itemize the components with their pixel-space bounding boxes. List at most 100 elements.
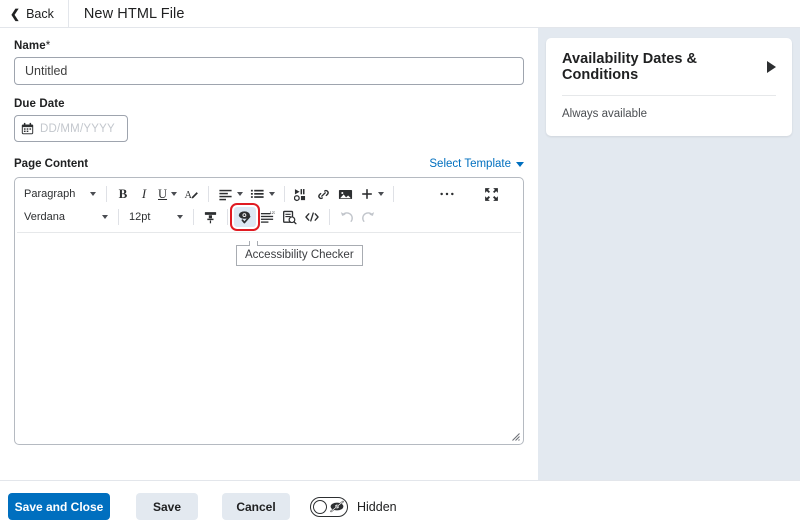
toolbar-separator [284,186,286,202]
action-bar: Save and Close Save Cancel Hidden [0,480,800,532]
select-template-label: Select Template [429,158,511,170]
chevron-down-icon [516,162,524,167]
word-count-button[interactable]: 123 [257,207,278,227]
chevron-left-icon: ❮ [10,6,21,21]
insert-image-button[interactable] [335,184,356,204]
chevron-right-icon[interactable] [767,61,776,73]
format-painter-icon [204,211,217,223]
font-size-value: 12pt [129,211,151,223]
chevron-down-icon [237,192,244,196]
font-size-select[interactable]: 12pt [125,207,187,227]
cancel-button[interactable]: Cancel [222,493,290,520]
fullscreen-icon [485,187,498,201]
align-left-icon [219,189,232,200]
image-icon [338,189,353,199]
visibility-label: Hidden [357,499,397,514]
font-family-value: Verdana [24,211,65,223]
undo-button[interactable] [336,207,357,227]
svg-text:A: A [185,189,193,200]
insert-stuff-icon [294,188,306,201]
editor-toolbar-row-2: Verdana 12pt 12 [15,203,523,231]
page-content-label: Page Content [14,158,89,170]
required-marker: * [45,40,51,52]
tooltip-text: Accessibility Checker [245,249,354,261]
toolbar-separator [106,186,107,202]
svg-text:123: 123 [270,210,275,215]
italic-icon: I [141,186,147,201]
text-color-icon: A [185,189,198,200]
toolbar-separator [329,209,330,225]
toolbar-separator [118,209,119,225]
availability-card-header[interactable]: Availability Dates & Conditions [562,51,776,96]
redo-icon [362,211,375,222]
fullscreen-button[interactable] [481,184,502,204]
bullet-list-icon [250,189,264,198]
side-panel: Availability Dates & Conditions Always a… [538,28,800,480]
select-template-button[interactable]: Select Template [429,158,524,170]
bold-button[interactable]: B [113,184,133,204]
toggle-switch-off[interactable] [310,496,348,517]
insert-media-button[interactable] [291,184,312,204]
bold-icon: B [118,186,128,201]
text-color-button[interactable]: A [181,184,202,204]
back-button[interactable]: ❮ Back [0,0,68,28]
code-icon [305,212,319,222]
save-and-close-button[interactable]: Save and Close [8,493,110,520]
toggle-knob [313,499,327,514]
chevron-down-icon [171,192,178,196]
underline-button[interactable]: U [155,184,180,204]
availability-card: Availability Dates & Conditions Always a… [546,38,792,136]
list-button[interactable] [247,184,278,204]
undo-icon [340,211,353,222]
chevron-down-icon [378,192,385,196]
redo-button[interactable] [358,207,379,227]
chevron-down-icon [269,192,276,196]
toolbar-separator [393,186,395,202]
accessibility-checker-icon [238,211,251,224]
insert-link-button[interactable] [313,184,334,204]
align-button[interactable] [215,184,246,204]
html-source-button[interactable] [301,207,323,227]
main-content: Name* Due Date DD/MM/YYYY Page Content [0,28,800,480]
plus-icon [362,189,372,199]
font-family-select[interactable]: Verdana [20,207,112,227]
word-count-icon: 123 [260,210,275,223]
visibility-toggle[interactable]: Hidden [310,496,397,517]
editor-toolbar-row-1: Paragraph B I U A [15,183,523,205]
paragraph-style-value: Paragraph [24,188,76,200]
accessibility-checker-button[interactable] [230,203,260,231]
top-bar: ❮ Back New HTML File [0,0,800,28]
name-input[interactable] [14,57,524,85]
ellipsis-icon [440,192,454,196]
html-editor: Paragraph B I U A Verdana 12pt 12 [14,177,524,445]
editor-resize-handle[interactable] [509,430,520,441]
toolbar-separator [193,209,194,225]
paragraph-style-select[interactable]: Paragraph [20,184,100,204]
availability-status: Always available [562,108,648,120]
link-icon [318,189,329,199]
due-date-field-label: Due Date [14,98,65,110]
due-date-input[interactable]: DD/MM/YYYY [14,115,128,142]
name-field-label: Name* [14,40,524,52]
more-options-button[interactable] [436,184,458,204]
toolbar-separator [227,209,228,225]
underline-icon: U [158,186,168,201]
format-painter-button[interactable] [200,207,221,227]
chevron-down-icon [102,215,108,219]
toolbar-separator [208,186,210,202]
find-replace-button[interactable] [279,207,300,227]
name-label-text: Name [14,40,46,52]
page-title: New HTML File [83,5,185,22]
back-button-label: Back [26,6,54,21]
italic-button[interactable]: I [134,184,154,204]
eye-slash-icon [330,500,344,513]
save-button[interactable]: Save [136,493,198,520]
accessibility-checker-tooltip: Accessibility Checker [236,241,363,266]
chevron-down-icon [90,192,96,196]
page-content-header: Page Content Select Template [14,158,524,170]
availability-title: Availability Dates & Conditions [562,51,698,83]
due-date-placeholder: DD/MM/YYYY [40,122,115,135]
find-replace-icon [283,210,297,224]
tooltip-notch [249,241,258,246]
insert-more-button[interactable] [357,184,387,204]
